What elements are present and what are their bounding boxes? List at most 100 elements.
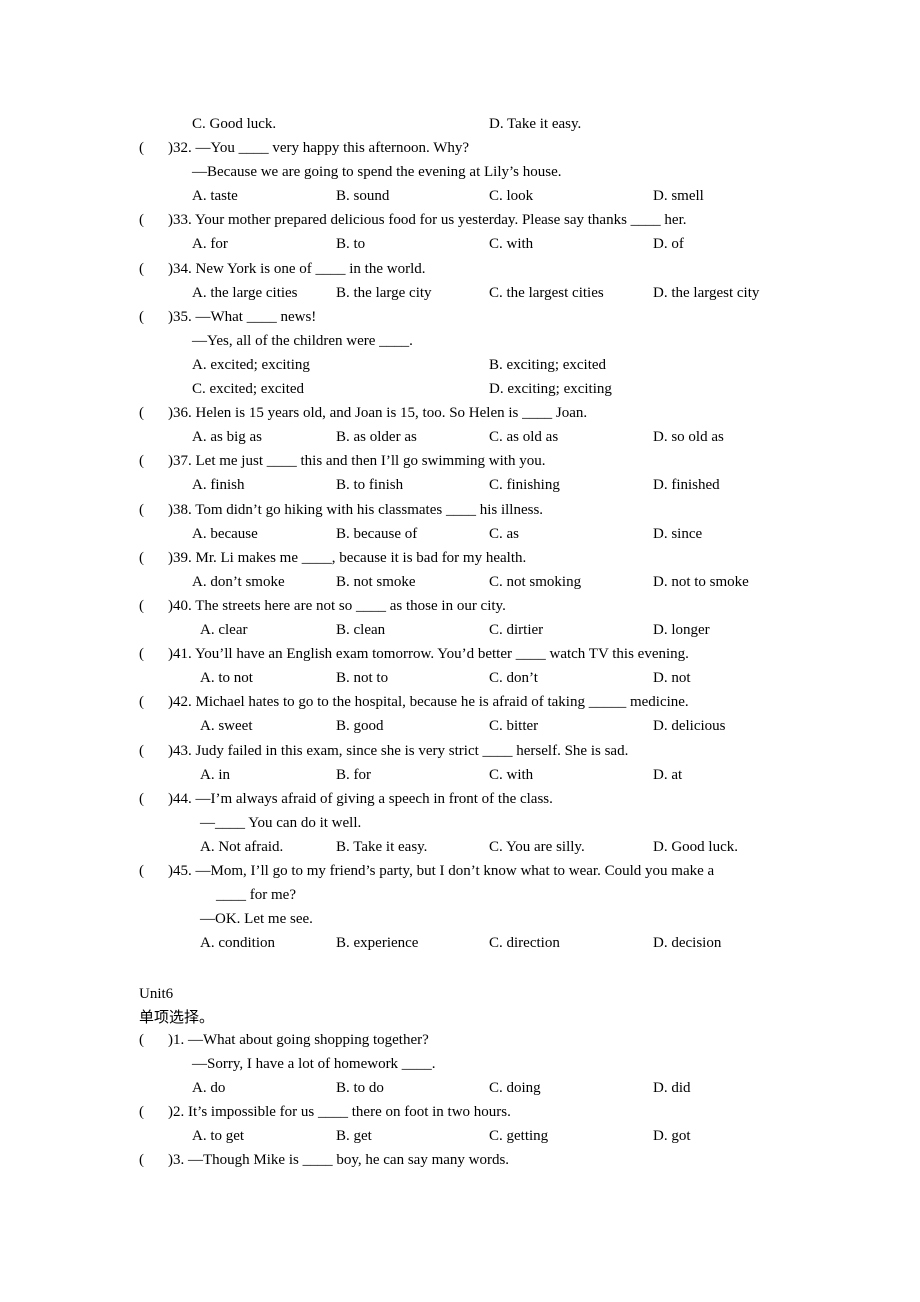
section-heading: 单项选择。 — [139, 1010, 215, 1026]
option-d: D. finished — [653, 477, 720, 493]
option-c: C. as old as — [489, 429, 559, 445]
option-b: B. not smoke — [336, 574, 416, 590]
option-a: A. do — [192, 1080, 226, 1096]
option-d: D. exciting; exciting — [489, 381, 612, 397]
question-dialogue-line: —Sorry, I have a lot of homework ____. — [192, 1056, 436, 1072]
option-d: D. not — [653, 670, 691, 686]
option-b: B. experience — [336, 935, 419, 951]
option-c: C. doing — [489, 1080, 541, 1096]
option-b: B. sound — [336, 188, 390, 204]
option-b: B. for — [336, 767, 371, 783]
answer-paren: ( — [139, 598, 144, 614]
option-c: C. don’t — [489, 670, 538, 686]
option-a: A. the large cities — [192, 285, 298, 301]
option-a: A. in — [200, 767, 230, 783]
option-d: D. smell — [653, 188, 704, 204]
question-stem: )40. The streets here are not so ____ as… — [168, 598, 506, 614]
option-c: C. Good luck. — [192, 116, 277, 132]
option-c: C. getting — [489, 1128, 549, 1144]
question-stem: )43. Judy failed in this exam, since she… — [168, 743, 629, 759]
question-dialogue-line: ____ for me? — [216, 887, 296, 903]
question-stem: )44. —I’m always afraid of giving a spee… — [168, 791, 553, 807]
question-stem: )38. Tom didn’t go hiking with his class… — [168, 502, 544, 518]
option-a: A. finish — [192, 477, 245, 493]
option-a: A. condition — [200, 935, 275, 951]
option-a: A. to get — [192, 1128, 245, 1144]
option-c: C. not smoking — [489, 574, 582, 590]
option-d: D. decision — [653, 935, 722, 951]
option-c: C. direction — [489, 935, 560, 951]
option-a: A. taste — [192, 188, 238, 204]
option-c: C. as — [489, 526, 519, 542]
question-stem: )32. —You ____ very happy this afternoon… — [168, 140, 470, 156]
option-b: B. as older as — [336, 429, 417, 445]
question-stem: )1. —What about going shopping together? — [168, 1032, 429, 1048]
question-stem: )39. Mr. Li makes me ____, because it is… — [168, 550, 527, 566]
answer-paren: ( — [139, 309, 144, 325]
option-c: C. with — [489, 236, 534, 252]
answer-paren: ( — [139, 863, 144, 879]
answer-paren: ( — [139, 140, 144, 156]
answer-paren: ( — [139, 405, 144, 421]
option-b: B. Take it easy. — [336, 839, 428, 855]
option-d: D. so old as — [653, 429, 724, 445]
option-a: A. clear — [200, 622, 248, 638]
option-d: D. Take it easy. — [489, 116, 582, 132]
option-c: C. dirtier — [489, 622, 544, 638]
option-c: C. finishing — [489, 477, 560, 493]
question-dialogue-line: —Yes, all of the children were ____. — [192, 333, 413, 349]
answer-paren: ( — [139, 1152, 144, 1168]
question-stem: )33. Your mother prepared delicious food… — [168, 212, 687, 228]
option-d: D. since — [653, 526, 703, 542]
answer-paren: ( — [139, 694, 144, 710]
option-a: A. don’t smoke — [192, 574, 285, 590]
option-a: A. for — [192, 236, 228, 252]
question-stem: )35. —What ____ news! — [168, 309, 317, 325]
option-d: D. not to smoke — [653, 574, 749, 590]
option-d: D. of — [653, 236, 684, 252]
answer-paren: ( — [139, 743, 144, 759]
option-c: C. with — [489, 767, 534, 783]
question-stem: )34. New York is one of ____ in the worl… — [168, 261, 426, 277]
question-dialogue-line: —____ You can do it well. — [200, 815, 362, 831]
question-stem: )45. —Mom, I’ll go to my friend’s party,… — [168, 863, 715, 879]
option-b: B. clean — [336, 622, 386, 638]
option-a: A. as big as — [192, 429, 262, 445]
question-stem: )3. —Though Mike is ____ boy, he can say… — [168, 1152, 510, 1168]
option-c: C. You are silly. — [489, 839, 585, 855]
option-b: B. to — [336, 236, 366, 252]
option-a: A. Not afraid. — [200, 839, 284, 855]
option-b: B. good — [336, 718, 384, 734]
option-a: A. sweet — [200, 718, 253, 734]
option-b: B. not to — [336, 670, 389, 686]
question-dialogue-line: —OK. Let me see. — [200, 911, 313, 927]
answer-paren: ( — [139, 453, 144, 469]
option-d: D. Good luck. — [653, 839, 738, 855]
question-stem: )41. You’ll have an English exam tomorro… — [168, 646, 689, 662]
option-d: D. got — [653, 1128, 691, 1144]
option-d: D. the largest city — [653, 285, 760, 301]
answer-paren: ( — [139, 646, 144, 662]
unit-heading: Unit6 — [139, 986, 174, 1002]
option-c: C. look — [489, 188, 534, 204]
question-dialogue-line: —Because we are going to spend the eveni… — [192, 164, 562, 180]
option-b: B. to do — [336, 1080, 384, 1096]
option-c: C. excited; excited — [192, 381, 305, 397]
option-d: D. at — [653, 767, 683, 783]
answer-paren: ( — [139, 1032, 144, 1048]
answer-paren: ( — [139, 550, 144, 566]
option-b: B. because of — [336, 526, 418, 542]
question-stem: )37. Let me just ____ this and then I’ll… — [168, 453, 546, 469]
option-b: B. exciting; excited — [489, 357, 607, 373]
option-a: A. because — [192, 526, 258, 542]
option-a: A. to not — [200, 670, 253, 686]
option-a: A. excited; exciting — [192, 357, 310, 373]
question-stem: )42. Michael hates to go to the hospital… — [168, 694, 689, 710]
option-d: D. longer — [653, 622, 710, 638]
option-d: D. did — [653, 1080, 691, 1096]
answer-paren: ( — [139, 502, 144, 518]
answer-paren: ( — [139, 1104, 144, 1120]
answer-paren: ( — [139, 791, 144, 807]
option-b: B. get — [336, 1128, 372, 1144]
answer-paren: ( — [139, 212, 144, 228]
